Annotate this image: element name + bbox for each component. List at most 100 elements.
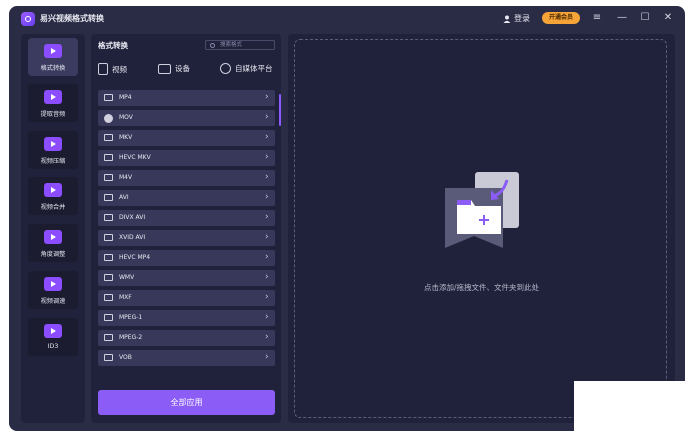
sidebar-item-label: 视频压缩 [40, 158, 66, 165]
app-title: 易兴视频格式转换 [40, 14, 104, 23]
format-label: MP4 [119, 94, 132, 101]
format-label: HEVC MKV [119, 154, 151, 161]
format-label: MPEG-1 [119, 314, 143, 321]
format-item-hevc-mp4[interactable]: HEVC MP4 › [98, 250, 275, 266]
close-icon[interactable]: ✕ [661, 11, 675, 25]
tab-label: 视频 [112, 64, 127, 74]
sidebar-item-label: 格式转换 [40, 65, 66, 72]
video-format-icon [104, 334, 113, 341]
device-icon [158, 63, 171, 74]
format-list-scrollbar[interactable] [279, 94, 281, 126]
sidebar-item-label: 角度调整 [40, 251, 66, 258]
video-format-icon [104, 294, 113, 301]
format-label: MKV [119, 134, 133, 141]
audio-extract-icon [44, 90, 62, 104]
apply-all-button[interactable]: 全部应用 [98, 390, 275, 415]
sidebar-item-label: 提取音频 [40, 111, 66, 118]
chevron-right-icon: › [265, 312, 269, 322]
menu-icon[interactable]: ≡ [590, 11, 604, 25]
sidebar-item-merge[interactable]: 视频合并 [28, 177, 78, 215]
chevron-right-icon: › [265, 332, 269, 342]
sidebar-item-label: 视频合并 [40, 204, 66, 211]
format-item-avi[interactable]: AVI › [98, 190, 275, 206]
login-label: 登录 [514, 14, 530, 23]
chevron-right-icon: › [265, 272, 269, 282]
sidebar-item-compress[interactable]: 视频压缩 [28, 131, 78, 169]
vip-button[interactable]: 开通会员 [542, 12, 580, 24]
user-icon [503, 15, 511, 23]
sidebar-item-id3[interactable]: ID3 [28, 318, 78, 356]
sidebar-item-extract-audio[interactable]: 提取音频 [28, 84, 78, 122]
app-window: 易兴视频格式转换 登录 开通会员 ≡ — ☐ ✕ 格式转换 提取音频 视频压缩 … [9, 6, 685, 431]
social-media-icon [220, 63, 231, 74]
chevron-right-icon: › [265, 112, 269, 122]
maximize-icon[interactable]: ☐ [638, 11, 652, 25]
video-format-icon [104, 194, 113, 201]
format-item-mp4[interactable]: MP4 › [98, 90, 275, 106]
video-format-icon [104, 174, 113, 181]
format-label: XVID AVI [119, 234, 146, 241]
chevron-right-icon: › [265, 292, 269, 302]
sidebar-item-rotate[interactable]: 角度调整 [28, 224, 78, 262]
merge-icon [44, 183, 62, 197]
chevron-right-icon: › [265, 252, 269, 262]
video-format-icon [104, 274, 113, 281]
format-item-xvid-avi[interactable]: XVID AVI › [98, 230, 275, 246]
search-input[interactable]: 搜索格式 [205, 40, 275, 50]
tab-label: 自媒体平台 [235, 64, 273, 73]
format-item-vob[interactable]: VOB › [98, 350, 275, 366]
chevron-right-icon: › [265, 152, 269, 162]
tab-social-media[interactable]: 自媒体平台 [220, 63, 273, 74]
login-button[interactable]: 登录 [503, 13, 530, 24]
format-label: MOV [119, 114, 133, 121]
file-icon [98, 63, 108, 75]
format-panel: 格式转换 搜索格式 视频 设备 自媒体平台 MP4 › MOV › MKV › … [91, 34, 281, 423]
format-label: VOB [119, 354, 132, 361]
format-label: HEVC MP4 [119, 254, 151, 261]
rotate-icon [44, 230, 62, 244]
file-drop-zone[interactable]: 点击添加/拖拽文件、文件夹到此处 [294, 39, 667, 418]
tab-device[interactable]: 设备 [158, 63, 190, 74]
sidebar-item-label: ID3 [47, 343, 59, 350]
add-folder-icon [445, 172, 519, 248]
format-label: DIVX AVI [119, 214, 146, 221]
minimize-icon[interactable]: — [615, 11, 629, 25]
id3-edit-icon [44, 324, 62, 338]
sidebar-item-speed[interactable]: 视频调速 [28, 271, 78, 309]
format-item-mkv[interactable]: MKV › [98, 130, 275, 146]
tab-video[interactable]: 视频 [98, 63, 127, 75]
format-item-hevc-mkv[interactable]: HEVC MKV › [98, 150, 275, 166]
format-item-mpeg-1[interactable]: MPEG-1 › [98, 310, 275, 326]
format-item-m4v[interactable]: M4V › [98, 170, 275, 186]
format-label: MPEG-2 [119, 334, 143, 341]
format-label: MXF [119, 294, 132, 301]
chevron-right-icon: › [265, 192, 269, 202]
chevron-right-icon: › [265, 132, 269, 142]
format-label: WMV [119, 274, 135, 281]
format-item-mov[interactable]: MOV › [98, 110, 275, 126]
video-format-icon [104, 154, 113, 161]
video-format-icon [104, 254, 113, 261]
chevron-right-icon: › [265, 232, 269, 242]
chevron-right-icon: › [265, 92, 269, 102]
format-item-divx-avi[interactable]: DIVX AVI › [98, 210, 275, 226]
chevron-right-icon: › [265, 172, 269, 182]
compress-icon [44, 137, 62, 151]
search-icon [210, 43, 215, 48]
format-label: AVI [119, 194, 129, 201]
title-bar: 易兴视频格式转换 登录 开通会员 ≡ — ☐ ✕ [9, 6, 685, 32]
sidebar-item-format-convert[interactable]: 格式转换 [28, 38, 78, 76]
tab-label: 设备 [175, 64, 190, 73]
sidebar: 格式转换 提取音频 视频压缩 视频合并 角度调整 视频调速 ID3 [21, 34, 85, 423]
video-format-icon [104, 214, 113, 221]
format-item-mpeg-2[interactable]: MPEG-2 › [98, 330, 275, 346]
panel-title: 格式转换 [98, 41, 128, 50]
film-reel-icon [104, 113, 113, 123]
format-item-wmv[interactable]: WMV › [98, 270, 275, 286]
drop-hint: 点击添加/拖拽文件、文件夹到此处 [423, 283, 540, 292]
chevron-right-icon: › [265, 212, 269, 222]
format-item-mxf[interactable]: MXF › [98, 290, 275, 306]
format-label: M4V [119, 174, 133, 181]
video-format-icon [104, 314, 113, 321]
drop-panel: 点击添加/拖拽文件、文件夹到此处 [288, 34, 675, 423]
